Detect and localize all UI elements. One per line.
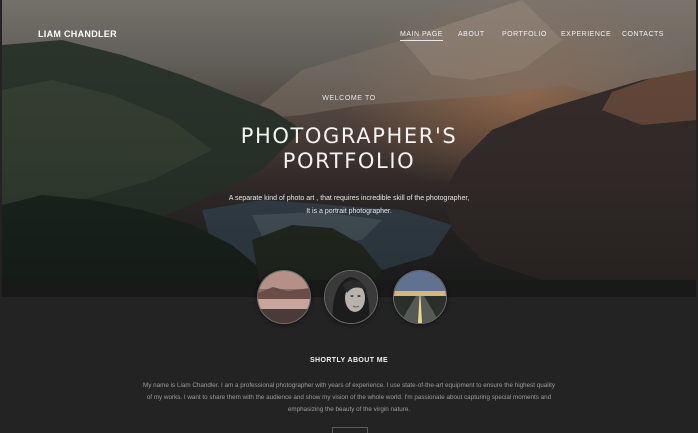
hero-tagline: A separate kind of photo art , that requ… bbox=[219, 192, 479, 218]
hero-title-line-2: PORTFOLIO bbox=[282, 149, 416, 173]
nav-experience[interactable]: EXPERIENCE bbox=[561, 31, 611, 38]
about-more-button[interactable] bbox=[332, 427, 368, 433]
hero-tagline-line-2: It is a portrait photographer. bbox=[306, 208, 392, 215]
main-navigation: MAIN PAGE ABOUT PORTFOLIO EXPERIENCE CON… bbox=[0, 31, 698, 43]
portrait-woman-image bbox=[325, 271, 377, 323]
hero-welcome-text: WELCOME TO bbox=[322, 95, 376, 102]
nav-main-page[interactable]: MAIN PAGE bbox=[400, 31, 443, 41]
hero-title-line-1: PHOTOGRAPHER'S bbox=[240, 124, 458, 148]
road-sunset-image bbox=[394, 271, 446, 323]
about-heading: SHORTLY ABOUT ME bbox=[309, 357, 389, 364]
landscape-lake-thumbnail[interactable] bbox=[257, 270, 311, 324]
page: LIAM CHANDLER MAIN PAGE ABOUT PORTFOLIO … bbox=[0, 0, 698, 433]
about-paragraph: My name is Liam Chandler. I am a profess… bbox=[134, 380, 564, 416]
nav-about[interactable]: ABOUT bbox=[458, 31, 485, 38]
about-text-line-1: My name is Liam Chandler. I am a profess… bbox=[143, 382, 555, 389]
about-text-line-2: of my works. I want to share them with t… bbox=[146, 394, 552, 401]
hero-title: PHOTOGRAPHER'S PORTFOLIO bbox=[0, 124, 698, 174]
portrait-woman-thumbnail[interactable] bbox=[324, 270, 378, 324]
about-text-line-3: emphasizing the beauty of the virgin nat… bbox=[287, 406, 411, 413]
nav-contacts[interactable]: CONTACTS bbox=[622, 31, 664, 38]
road-sunset-thumbnail[interactable] bbox=[393, 270, 447, 324]
hero-tagline-line-1: A separate kind of photo art , that requ… bbox=[228, 195, 470, 202]
landscape-lake-image bbox=[258, 271, 310, 323]
nav-portfolio[interactable]: PORTFOLIO bbox=[502, 31, 547, 38]
